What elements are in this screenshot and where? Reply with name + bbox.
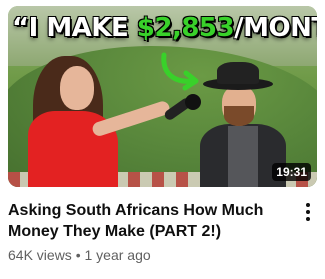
more-vert-icon[interactable] bbox=[298, 200, 318, 224]
kebab-dot bbox=[306, 217, 310, 221]
video-title[interactable]: Asking South Africans How Much Money The… bbox=[8, 200, 286, 242]
thumbnail-headline: “I MAKE $2,853/MONTH” bbox=[12, 13, 317, 43]
video-card: “I MAKE $2,853/MONTH” 19:31 Asking South… bbox=[0, 0, 325, 279]
kebab-dot bbox=[306, 203, 310, 207]
meta-separator: • bbox=[75, 247, 81, 263]
view-count: 64K views bbox=[8, 247, 72, 263]
video-thumbnail[interactable]: “I MAKE $2,853/MONTH” 19:31 bbox=[8, 6, 317, 187]
arrow-icon bbox=[161, 52, 199, 91]
microphone-head bbox=[185, 94, 201, 110]
interviewer-face bbox=[60, 66, 94, 110]
interviewee-hat-top bbox=[217, 62, 259, 84]
interviewee-shirt bbox=[228, 126, 258, 187]
headline-money: $2,853 bbox=[136, 13, 235, 43]
video-metadata: 64K views • 1 year ago bbox=[8, 246, 151, 264]
kebab-dot bbox=[306, 210, 310, 214]
upload-age: 1 year ago bbox=[84, 247, 151, 263]
headline-prefix: “I MAKE bbox=[12, 13, 137, 43]
interviewee-beard bbox=[224, 106, 254, 126]
duration-badge: 19:31 bbox=[272, 163, 311, 181]
headline-suffix: /MONTH” bbox=[234, 13, 317, 43]
